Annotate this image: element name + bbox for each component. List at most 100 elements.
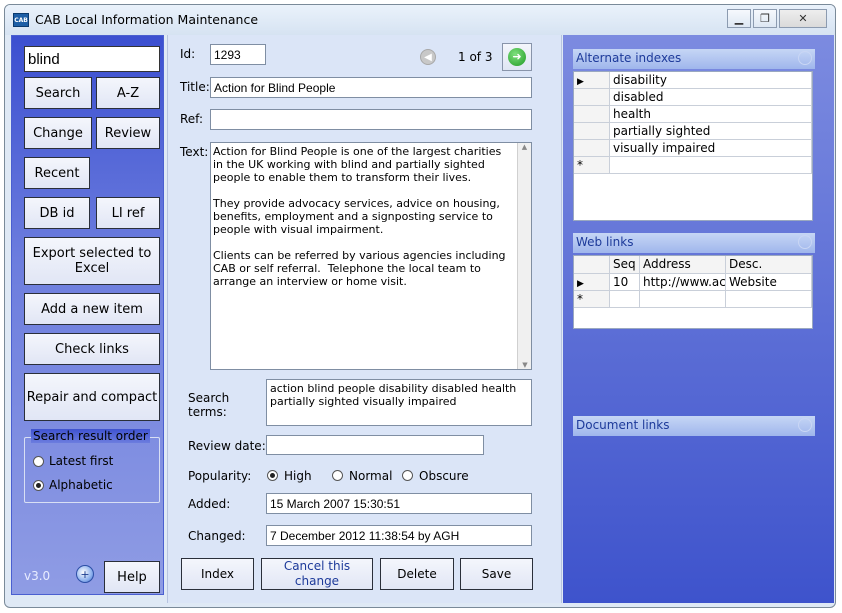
id-label: Id:	[180, 47, 196, 61]
alt-indexes-grid[interactable]: ▶ disability disabled health partially s…	[573, 71, 813, 221]
restore-icon: ❐	[760, 12, 770, 25]
delete-button[interactable]: Delete	[380, 558, 454, 590]
popularity-obscure-label: Obscure	[419, 469, 469, 483]
add-new-item-button[interactable]: Add a new item	[24, 293, 160, 325]
list-item[interactable]: disabled	[610, 89, 812, 106]
title-bar[interactable]: CAB CAB Local Information Maintenance ▁ …	[5, 5, 835, 35]
text-content: Action for Blind People is one of the la…	[213, 145, 506, 288]
search-order-group: Search result order Latest first Alphabe…	[24, 429, 160, 503]
cancel-change-button[interactable]: Cancel this change	[261, 558, 373, 590]
popularity-high-radio[interactable]	[267, 470, 278, 481]
previous-record-icon[interactable]: ◀	[420, 49, 436, 65]
row-selector[interactable]	[574, 89, 610, 106]
app-window: CAB CAB Local Information Maintenance ▁ …	[4, 4, 836, 608]
zoom-icon[interactable]: +	[76, 565, 94, 583]
popularity-obscure-radio[interactable]	[402, 470, 413, 481]
changed-field	[266, 525, 532, 546]
column-header-desc[interactable]: Desc.	[726, 256, 812, 274]
text-label: Text:	[180, 145, 209, 159]
web-links-title: Web links	[576, 235, 634, 249]
row-selector[interactable]	[574, 140, 610, 157]
popularity-high-label: High	[284, 469, 312, 483]
row-selector[interactable]	[574, 123, 610, 140]
az-button[interactable]: A-Z	[96, 77, 160, 109]
collapse-icon[interactable]	[798, 235, 812, 249]
scroll-up-icon[interactable]: ▲	[518, 143, 531, 151]
table-cell-desc[interactable]: Website	[726, 274, 812, 291]
record-position: 1 of 3	[458, 50, 493, 64]
version-label: v3.0	[24, 569, 51, 583]
text-area[interactable]: Action for Blind People is one of the la…	[210, 142, 532, 370]
web-links-header[interactable]: Web links	[573, 233, 815, 253]
recent-button[interactable]: Recent	[24, 157, 90, 189]
id-field[interactable]	[210, 44, 266, 65]
help-button[interactable]: Help	[104, 561, 160, 593]
li-ref-button[interactable]: LI ref	[96, 197, 160, 229]
minimize-button[interactable]: ▁	[727, 9, 751, 28]
document-links-header[interactable]: Document links	[573, 416, 815, 436]
latest-first-radio[interactable]	[33, 456, 44, 467]
alphabetic-radio[interactable]	[33, 480, 44, 491]
list-item[interactable]: visually impaired	[610, 140, 812, 157]
minimize-icon: ▁	[734, 12, 744, 25]
row-selector[interactable]	[574, 106, 610, 123]
added-field	[266, 493, 532, 514]
changed-label: Changed:	[188, 529, 246, 543]
popularity-normal-label: Normal	[349, 469, 393, 483]
db-id-button[interactable]: DB id	[24, 197, 90, 229]
row-selector[interactable]: ▶	[574, 72, 610, 89]
ref-field[interactable]	[210, 109, 532, 130]
scroll-down-icon[interactable]: ▼	[518, 361, 531, 369]
maximize-button[interactable]: ❐	[753, 9, 777, 28]
window-title: CAB Local Information Maintenance	[35, 12, 259, 27]
list-item[interactable]: disability	[610, 72, 812, 89]
close-icon: ✕	[798, 12, 808, 25]
text-scrollbar[interactable]: ▲ ▼	[517, 143, 531, 369]
new-row-cell[interactable]	[610, 157, 812, 174]
list-item[interactable]: partially sighted	[610, 123, 812, 140]
popularity-normal-radio[interactable]	[332, 470, 343, 481]
close-button[interactable]: ✕	[779, 9, 827, 28]
alphabetic-label: Alphabetic	[49, 478, 113, 492]
left-panel: Search A-Z Change Review Recent DB id LI…	[11, 35, 164, 595]
new-row-cell[interactable]	[726, 291, 812, 308]
save-button[interactable]: Save	[460, 558, 533, 590]
ref-label: Ref:	[180, 112, 204, 126]
new-row-selector[interactable]: *	[574, 291, 610, 308]
web-links-grid[interactable]: Seq Address Desc. ▶ 10 http://www.actio …	[573, 255, 813, 329]
review-button[interactable]: Review	[96, 117, 160, 149]
new-row-selector[interactable]: *	[574, 157, 610, 174]
repair-compact-button[interactable]: Repair and compact	[24, 373, 160, 421]
review-date-field[interactable]	[266, 435, 484, 455]
collapse-icon[interactable]	[798, 51, 812, 65]
column-header-seq[interactable]: Seq	[610, 256, 640, 274]
added-label: Added:	[188, 497, 231, 511]
list-item[interactable]: health	[610, 106, 812, 123]
index-button[interactable]: Index	[181, 558, 254, 590]
alt-indexes-title: Alternate indexes	[576, 51, 682, 65]
table-cell-address[interactable]: http://www.actio	[640, 274, 726, 291]
document-links-title: Document links	[576, 418, 670, 432]
title-label: Title:	[180, 80, 210, 94]
new-row-cell[interactable]	[640, 291, 726, 308]
title-field[interactable]	[210, 77, 532, 98]
review-date-label: Review date:	[188, 439, 266, 453]
row-selector[interactable]: ▶	[574, 274, 610, 291]
export-excel-button[interactable]: Export selected to Excel	[24, 237, 160, 285]
current-row-arrow-icon: ▶	[577, 77, 584, 87]
collapse-icon[interactable]	[798, 418, 812, 432]
check-links-button[interactable]: Check links	[24, 333, 160, 365]
table-cell-seq[interactable]: 10	[610, 274, 640, 291]
search-button[interactable]: Search	[24, 77, 92, 109]
change-button[interactable]: Change	[24, 117, 92, 149]
latest-first-label: Latest first	[49, 454, 114, 468]
search-terms-label: Search terms:	[188, 391, 230, 419]
column-header-address[interactable]: Address	[640, 256, 726, 274]
new-row-cell[interactable]	[610, 291, 640, 308]
record-panel: Id: ◀ 1 of 3 ➜ Title: Ref: Text: Action …	[167, 35, 562, 603]
search-terms-field[interactable]: action blind people disability disabled …	[266, 379, 532, 426]
search-input[interactable]	[24, 46, 160, 72]
alt-indexes-header[interactable]: Alternate indexes	[573, 49, 815, 69]
next-record-button[interactable]: ➜	[502, 43, 532, 71]
links-panel: Alternate indexes ▶ disability disabled …	[563, 35, 834, 603]
